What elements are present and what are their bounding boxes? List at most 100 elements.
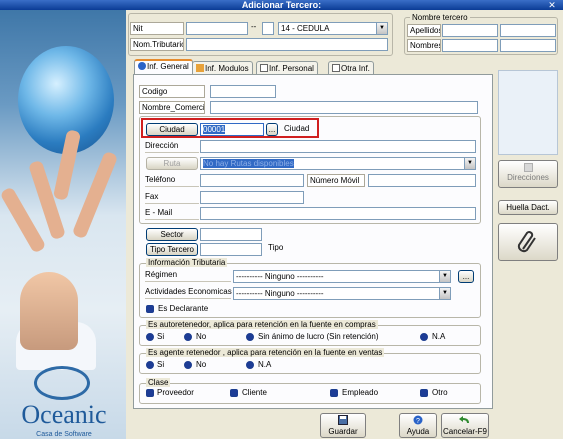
direcciones-label: Direcciones	[507, 173, 549, 182]
apellido2-input[interactable]	[500, 24, 556, 37]
autorretenedor-sin-animo-radio[interactable]	[246, 333, 254, 341]
ayuda-button[interactable]: ? Ayuda	[399, 413, 437, 438]
tab-label: Inf. Modulos	[205, 64, 249, 73]
ruta-select[interactable]: No hay Rutas disponibles ▼	[200, 157, 476, 170]
brand-name: Oceanic	[21, 400, 107, 429]
oceanic-logo-icon	[34, 366, 90, 400]
clase-proveedor-checkbox[interactable]	[146, 389, 154, 397]
clase-title: Clase	[146, 378, 171, 387]
tab-otra-inf[interactable]: Otra Inf.	[328, 61, 374, 75]
guardar-button[interactable]: Guardar	[320, 413, 366, 438]
doc-type-select[interactable]: 14 - CEDULA ▼	[278, 22, 388, 35]
sector-input[interactable]	[200, 228, 262, 241]
email-input[interactable]	[200, 207, 476, 220]
document-icon	[260, 64, 268, 72]
ruta-button[interactable]: Ruta	[146, 157, 198, 170]
nit-input[interactable]	[186, 22, 248, 35]
chevron-down-icon[interactable]: ▼	[464, 158, 475, 169]
direcciones-button[interactable]: Direcciones	[498, 160, 558, 188]
direccion-label: Dirección	[145, 140, 199, 153]
telefono-input[interactable]	[200, 174, 304, 187]
ciudad-button[interactable]: Ciudad	[146, 123, 198, 136]
codigo-label: Codigo	[139, 85, 205, 98]
autorretenedor-no-label: No	[196, 332, 207, 341]
autorretenedor-na-radio[interactable]	[420, 333, 428, 341]
agente-si-label: Si	[157, 360, 165, 369]
clase-cliente-label: Cliente	[242, 388, 267, 397]
tab-label: Inf. Personal	[269, 64, 314, 73]
agente-title: Es agente retenedor , aplica para retenc…	[146, 348, 385, 357]
chevron-down-icon[interactable]: ▼	[439, 288, 450, 299]
tab-inf-personal[interactable]: Inf. Personal	[256, 61, 318, 75]
tributaria-title: Información Tributaria	[146, 258, 228, 267]
clase-otro-checkbox[interactable]	[420, 389, 428, 397]
clase-empleado-label: Empleado	[342, 388, 379, 397]
nit-dash: --	[251, 22, 257, 31]
cancelar-button[interactable]: Cancelar-F9	[441, 413, 489, 438]
nombre1-input[interactable]	[442, 39, 498, 52]
ruta-value: No hay Rutas disponibles	[203, 159, 294, 168]
telefono-label: Teléfono	[145, 174, 199, 187]
undo-arrow-icon	[459, 416, 469, 423]
actividades-label: Actividades Economicas	[145, 286, 232, 299]
autorretenedor-sin-animo-label: Sin ánimo de lucro (Sin retención)	[258, 332, 379, 341]
autorretenedor-si-radio[interactable]	[146, 333, 154, 341]
declarante-label: Es Declarante	[158, 304, 209, 313]
attach-button[interactable]	[498, 223, 558, 261]
huella-button[interactable]: Huella Dact.	[498, 200, 558, 215]
sector-button[interactable]: Sector	[146, 228, 198, 241]
brand-tagline: Casa de Software	[36, 431, 92, 438]
agente-si-radio[interactable]	[146, 361, 154, 369]
nom-tributario-input[interactable]	[186, 38, 388, 51]
regimen-select[interactable]: ---------- Ninguno ---------- ▼	[233, 270, 451, 283]
ciudad-code-input[interactable]: 00001	[200, 123, 264, 136]
tab-label: Otra Inf.	[341, 64, 370, 73]
autorretenedor-na-label: N.A	[432, 332, 446, 341]
dv-input[interactable]	[262, 22, 274, 35]
declarante-checkbox[interactable]	[146, 305, 154, 313]
chevron-down-icon[interactable]: ▼	[376, 23, 387, 34]
tab-label: Inf. General	[147, 62, 189, 71]
fax-input[interactable]	[200, 191, 304, 204]
nombre-tercero-title: Nombre tercero	[410, 13, 470, 22]
clase-cliente-checkbox[interactable]	[230, 389, 238, 397]
tipo-tercero-input[interactable]	[200, 243, 262, 256]
actividades-select[interactable]: ---------- Ninguno ---------- ▼	[233, 287, 451, 300]
tab-inf-modulos[interactable]: Inf. Modulos	[192, 61, 253, 75]
brand-image: Oceanic Casa de Software	[0, 10, 126, 439]
window-title: Adicionar Tercero:	[0, 0, 563, 10]
tipo-tercero-button[interactable]: Tipo Tercero	[146, 243, 198, 256]
regimen-value: ---------- Ninguno ----------	[236, 272, 324, 281]
grid-icon	[196, 64, 204, 72]
agente-na-radio[interactable]	[246, 361, 254, 369]
autorretenedor-si-label: Si	[157, 332, 165, 341]
hand-graphic	[71, 150, 119, 240]
regimen-lookup-button[interactable]: ...	[458, 270, 474, 283]
guardar-label: Guardar	[328, 427, 358, 436]
agente-no-radio[interactable]	[184, 361, 192, 369]
nombre2-input[interactable]	[500, 39, 556, 52]
nombre-comercial-input[interactable]	[210, 101, 478, 114]
agente-na-label: N.A	[258, 360, 272, 369]
close-icon[interactable]: ✕	[547, 0, 557, 10]
document-icon	[332, 64, 340, 72]
chevron-down-icon[interactable]: ▼	[439, 271, 450, 282]
autorretenedor-no-radio[interactable]	[184, 333, 192, 341]
direccion-input[interactable]	[200, 140, 476, 153]
numero-movil-input[interactable]	[368, 174, 476, 187]
codigo-input[interactable]	[210, 85, 276, 98]
photo-box[interactable]	[498, 70, 558, 155]
svg-text:?: ?	[416, 418, 420, 425]
doc-type-value: 14 - CEDULA	[281, 24, 330, 33]
regimen-label: Régimen	[145, 269, 231, 282]
clase-empleado-checkbox[interactable]	[330, 389, 338, 397]
ciudad-lookup-button[interactable]: ...	[266, 123, 278, 136]
apellidos-label: Apellidos	[407, 24, 441, 37]
apellido1-input[interactable]	[442, 24, 498, 37]
save-icon	[338, 415, 348, 425]
tab-inf-general[interactable]: Inf. General	[134, 59, 193, 75]
numero-movil-label: Número Móvil	[307, 174, 365, 187]
info-icon	[138, 62, 146, 70]
actividades-value: ---------- Ninguno ----------	[236, 289, 324, 298]
person-face-graphic	[20, 272, 78, 350]
